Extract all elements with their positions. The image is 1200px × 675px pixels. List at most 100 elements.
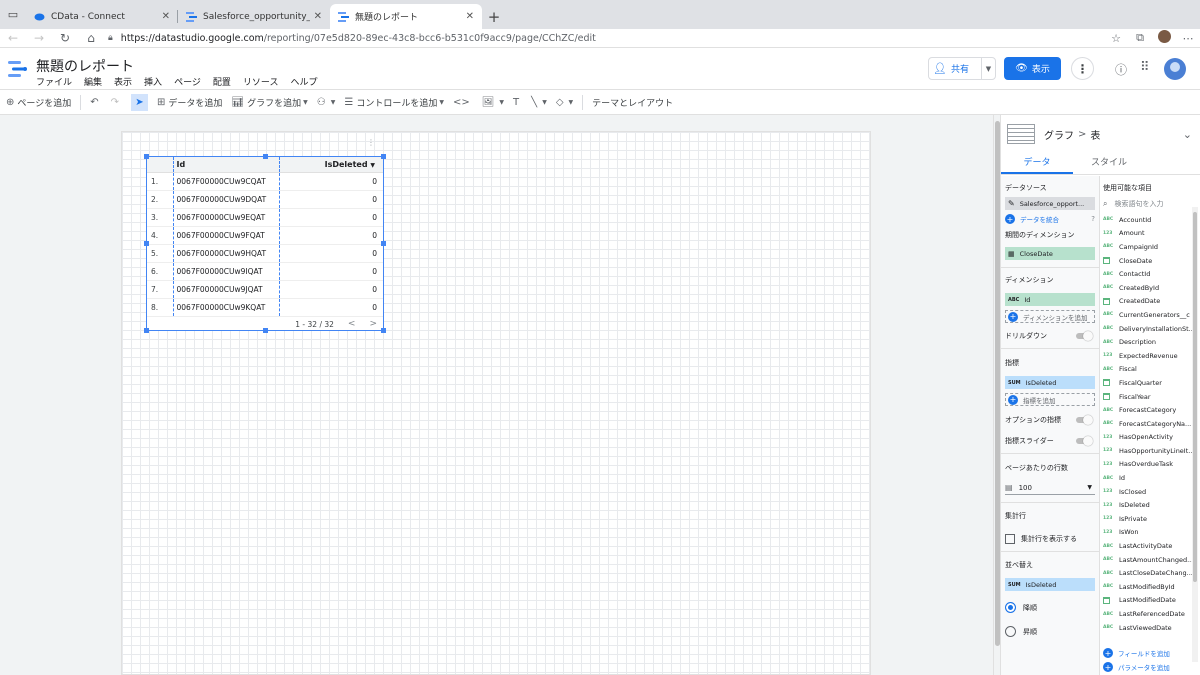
field-item[interactable]: ABC LastCloseDateChang... [1103, 566, 1200, 580]
field-item[interactable]: ABC ForecastCategory [1103, 403, 1200, 417]
blend-data-link[interactable]: + データを統合? [1005, 214, 1095, 224]
text-button[interactable]: 𝖳 [513, 97, 522, 108]
avatar[interactable] [1164, 58, 1186, 80]
collections-icon[interactable]: ⧉ [1128, 31, 1152, 45]
metric-slider-toggle[interactable] [1076, 436, 1093, 446]
undo-button[interactable]: ↶ [90, 97, 101, 108]
report-title[interactable]: 無題のレポート [36, 56, 134, 76]
resize-handle[interactable] [381, 241, 386, 246]
rows-per-page-select[interactable]: ▤ 100 ▼ [1005, 481, 1095, 495]
view-button[interactable]: 👁︎ 表示 [1004, 57, 1061, 80]
field-item[interactable]: ABC AccountId [1103, 213, 1200, 227]
add-data-button[interactable]: ⊞ データを追加 [157, 96, 222, 109]
field-item[interactable]: 123 HasOpenActivity [1103, 431, 1200, 445]
field-item[interactable]: FiscalQuarter [1103, 376, 1200, 390]
close-icon[interactable]: ✕ [314, 11, 322, 22]
line-button[interactable]: ╲ ▼ [531, 97, 547, 108]
pencil-icon[interactable]: ✎ [1008, 199, 1015, 208]
field-list-scrollbar[interactable] [1192, 207, 1198, 662]
help-icon[interactable]: ⓘ [1115, 61, 1127, 78]
field-item[interactable]: ABC LastModifiedById [1103, 580, 1200, 594]
field-item[interactable]: CreatedDate [1103, 295, 1200, 309]
close-icon[interactable]: ✕ [162, 11, 170, 22]
field-item[interactable]: 123 HasOverdueTask [1103, 458, 1200, 472]
field-item[interactable]: ABC LastViewedDate [1103, 621, 1200, 635]
resize-handle[interactable] [263, 154, 268, 159]
checkbox[interactable] [1005, 534, 1015, 544]
field-search-input[interactable]: ⌕ 検索語句を入力 [1103, 198, 1200, 210]
redo-button[interactable]: ↷ [111, 97, 122, 108]
menu-file[interactable]: ファイル [36, 75, 72, 88]
field-item[interactable]: LastModifiedDate [1103, 594, 1200, 608]
field-item[interactable]: ABC LastActivityDate [1103, 539, 1200, 553]
add-parameter-link[interactable]: + パラメータを追加 [1103, 662, 1170, 672]
image-button[interactable]: 🖼︎ ▼ [482, 97, 504, 108]
chevron-down-icon[interactable]: ⌄ [1183, 128, 1192, 141]
sort-chip[interactable]: SUM IsDeleted [1005, 578, 1095, 591]
embed-url-button[interactable]: <> [453, 97, 473, 108]
column-header-isdeleted[interactable]: IsDeleted ▼ [279, 157, 383, 173]
add-control-button[interactable]: ☰ コントロールを追加 ▼ [344, 96, 444, 109]
resize-handle[interactable] [263, 328, 268, 333]
chevron-right-icon[interactable]: > [369, 319, 377, 329]
new-tab-button[interactable]: + [482, 4, 506, 29]
favorite-icon[interactable]: ☆ [1104, 32, 1128, 45]
add-field-link[interactable]: + フィールドを追加 [1103, 648, 1170, 658]
more-icon[interactable]: ⋯ [1176, 32, 1200, 45]
theme-layout-button[interactable]: テーマとレイアウト [592, 96, 673, 109]
forward-icon[interactable]: → [26, 31, 52, 45]
menu-edit[interactable]: 編集 [84, 75, 102, 88]
chevron-left-icon[interactable]: < [348, 319, 356, 329]
add-chart-button[interactable]: 📊︎ グラフを追加 ▼ [231, 96, 307, 109]
drag-handle-icon[interactable]: ⋮ [367, 139, 375, 147]
close-icon[interactable]: ✕ [466, 11, 474, 22]
select-tool-button[interactable]: ➤ [131, 93, 148, 111]
field-item[interactable]: ABC Description [1103, 335, 1200, 349]
menu-resource[interactable]: リソース [243, 75, 279, 88]
optional-metric-toggle[interactable] [1076, 415, 1093, 425]
field-item[interactable]: ABC LastReferencedDate [1103, 607, 1200, 621]
table-chart[interactable]: Id IsDeleted ▼ 1. 0067F00000CUw9CQAT 0 2. 0… [144, 154, 386, 333]
community-viz-button[interactable]: ⚇ ▼ [317, 97, 336, 108]
tab-overview-icon[interactable]: ▭ [0, 0, 26, 29]
tab-data[interactable]: データ [1001, 153, 1073, 174]
menu-insert[interactable]: 挿入 [144, 75, 162, 88]
datasource-chip[interactable]: ✎ Salesforce_opport... [1005, 197, 1095, 210]
field-item[interactable]: 123 ExpectedRevenue [1103, 349, 1200, 363]
datastudio-logo-icon[interactable] [8, 59, 28, 79]
field-item[interactable]: ABC Fiscal [1103, 363, 1200, 377]
field-item[interactable]: ABC DeliveryInstallationSt... [1103, 322, 1200, 336]
menu-arrange[interactable]: 配置 [213, 75, 231, 88]
dimension-chip[interactable]: ABC Id [1005, 293, 1095, 306]
sort-desc-option[interactable]: 降順 [1005, 602, 1095, 613]
drilldown-toggle[interactable] [1076, 331, 1093, 341]
field-item[interactable]: FiscalYear [1103, 390, 1200, 404]
profile-avatar[interactable] [1152, 30, 1176, 46]
field-item[interactable]: ABC CampaignId [1103, 240, 1200, 254]
resize-handle[interactable] [381, 328, 386, 333]
share-button[interactable]: 👤︎ 共有 ▼ [928, 57, 996, 80]
field-item[interactable]: 123 IsDeleted [1103, 498, 1200, 512]
home-icon[interactable]: ⌂ [78, 31, 104, 45]
field-item[interactable]: 123 IsClosed [1103, 485, 1200, 499]
menu-page[interactable]: ページ [174, 75, 201, 88]
field-item[interactable]: ABC ForecastCategoryNa... [1103, 417, 1200, 431]
back-icon[interactable]: ← [0, 31, 26, 45]
sort-asc-option[interactable]: 昇順 [1005, 626, 1095, 637]
summary-checkbox-row[interactable]: 集計行を表示する [1005, 534, 1095, 544]
field-item[interactable]: CloseDate [1103, 254, 1200, 268]
period-dimension-chip[interactable]: ▦ CloseDate [1005, 247, 1095, 260]
metric-chip[interactable]: SUM IsDeleted [1005, 376, 1095, 389]
browser-tab-salesforce[interactable]: Salesforce_opportunity_Kuwa ✕ [178, 4, 330, 29]
table-chart-icon[interactable] [1007, 124, 1035, 144]
add-page-button[interactable]: ⊕ ページを追加 [6, 96, 71, 109]
shape-button[interactable]: ◇ ▼ [556, 97, 573, 108]
browser-tab-cdata[interactable]: CData - Connect ✕ [26, 4, 178, 29]
reload-icon[interactable]: ↻ [52, 31, 78, 45]
field-item[interactable]: ABC Id [1103, 471, 1200, 485]
field-item[interactable]: ABC LastAmountChanged... [1103, 553, 1200, 567]
radio-selected[interactable] [1005, 602, 1016, 613]
add-metric-field[interactable]: + 指標を追加 [1005, 393, 1095, 406]
help-icon[interactable]: ? [1091, 215, 1095, 223]
apps-grid-icon[interactable]: ⠿ [1140, 60, 1150, 75]
